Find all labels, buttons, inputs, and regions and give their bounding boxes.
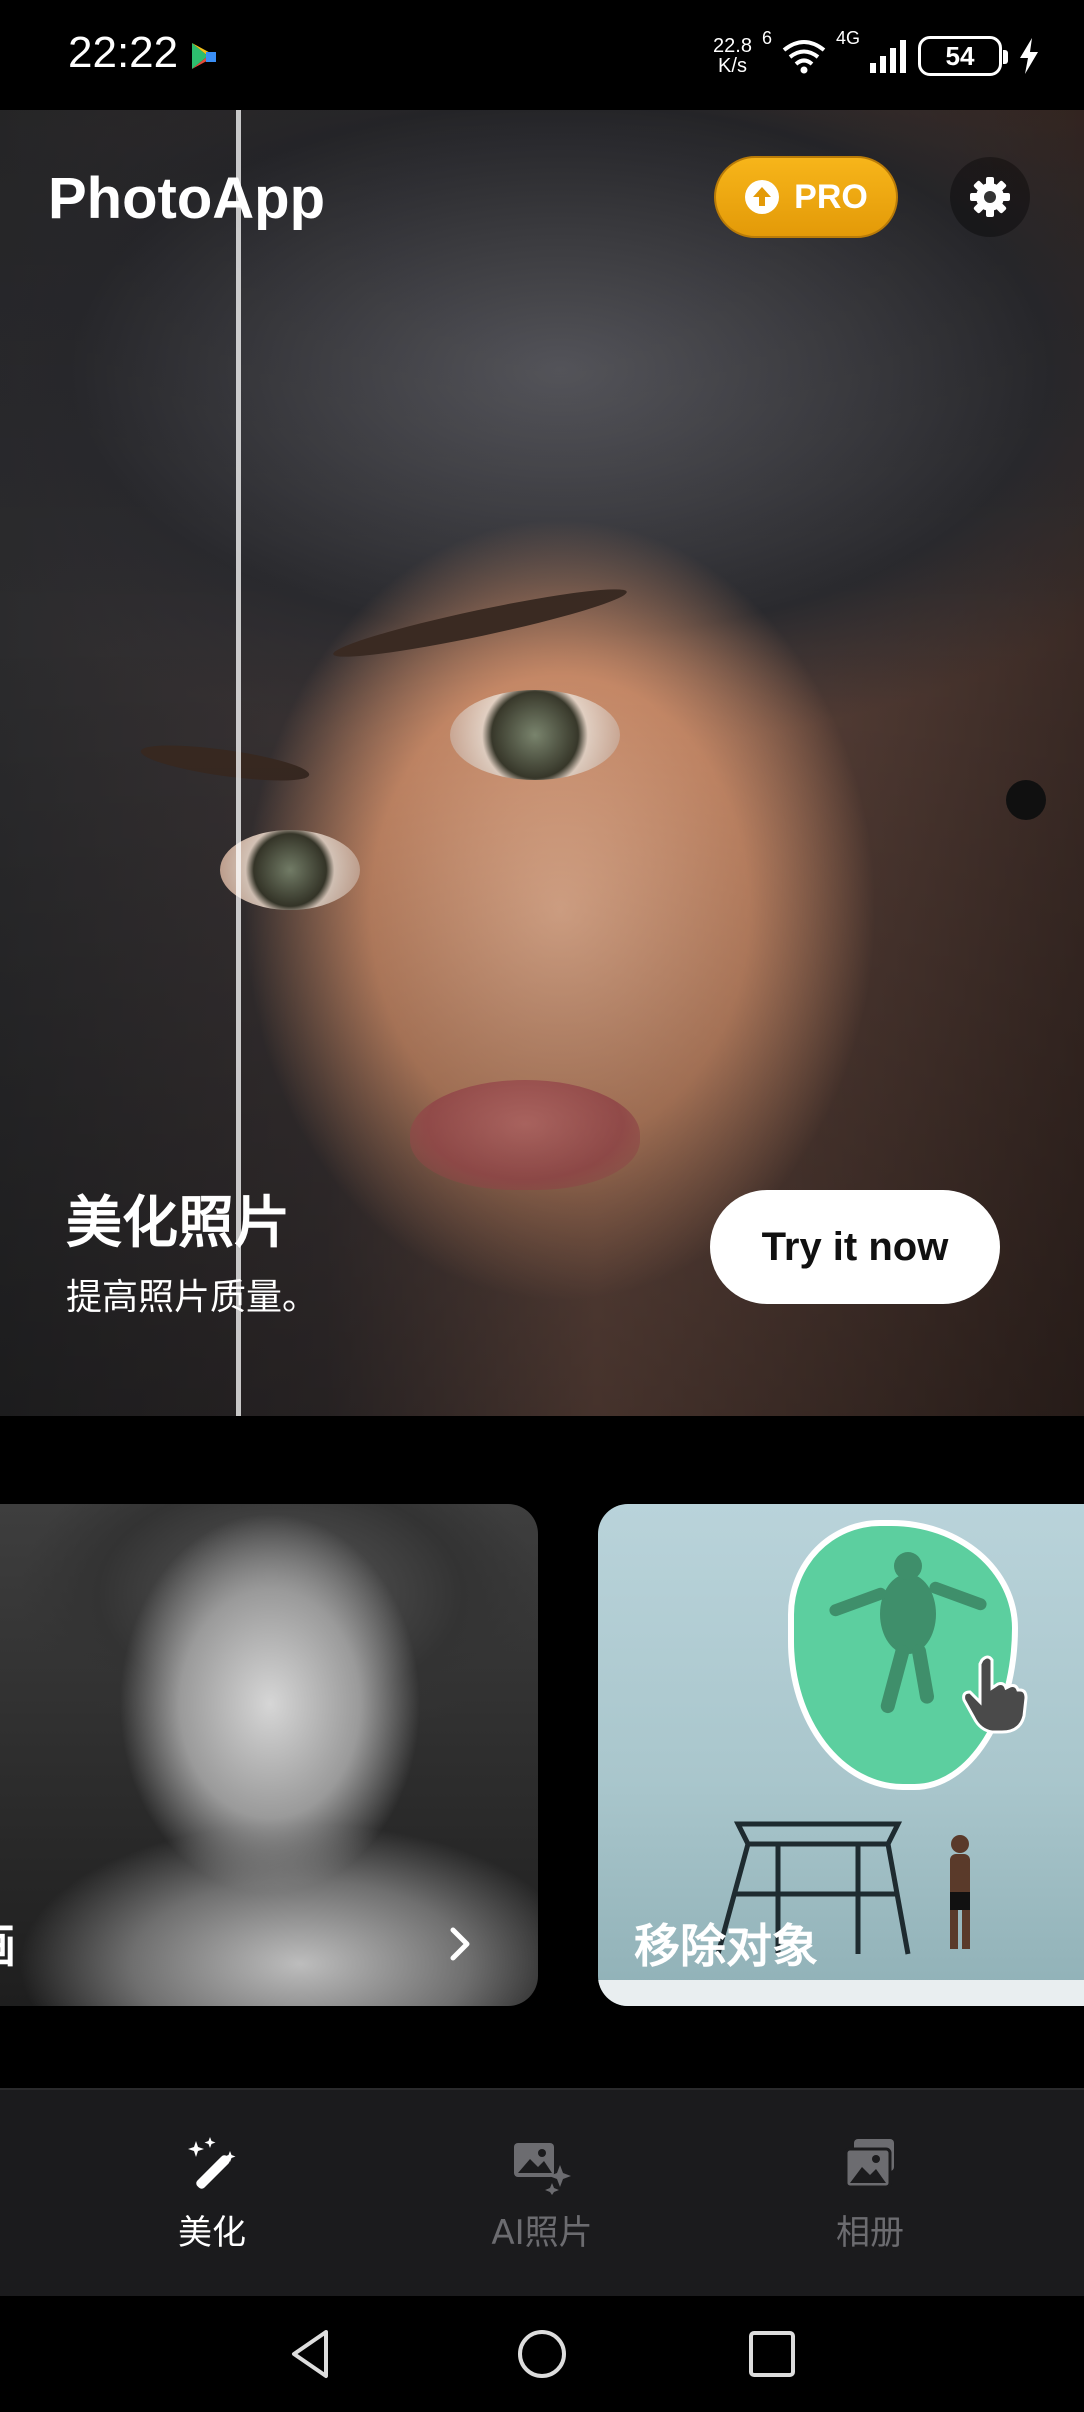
bottom-navigation: 美化 AI照片 相册	[0, 2088, 1084, 2296]
nav-label: AI照片	[491, 2212, 593, 2253]
battery-level: 54	[945, 40, 975, 71]
status-time: 22:22	[68, 28, 179, 77]
signal-icon	[870, 40, 906, 73]
status-bar: 22:22 22.8 K/s 6 4G 54	[0, 0, 1084, 110]
nav-label: 美化	[178, 2212, 246, 2253]
nav-item-album[interactable]: 相册	[760, 2090, 980, 2298]
hero-subtitle: 提高照片质量。	[66, 1277, 319, 1318]
chevron-right-icon	[450, 1927, 470, 1961]
net-speed-unit: K/s	[718, 55, 747, 77]
battery-indicator: 54	[918, 36, 1008, 76]
net-speed: 22.8 K/s	[713, 36, 752, 76]
play-store-icon	[192, 43, 216, 69]
app-title: PhotoApp	[48, 166, 326, 231]
magic-wand-icon	[188, 2136, 236, 2189]
album-icon	[844, 2138, 894, 2188]
feature-card-colorize[interactable]: 画	[0, 1504, 538, 2006]
nav-item-beautify[interactable]: 美化	[102, 2090, 322, 2298]
net-speed-value: 22.8	[713, 35, 752, 57]
hero-title: 美化照片	[66, 1191, 290, 1256]
pro-upgrade-button[interactable]: PRO	[714, 156, 898, 238]
pointer-hand-icon	[962, 1655, 1028, 1734]
pro-label: PRO	[794, 177, 868, 216]
recents-icon[interactable]	[744, 2326, 800, 2382]
boat-deck	[598, 1980, 1084, 2006]
cell-label: 4G	[835, 28, 860, 48]
ai-photo-icon	[514, 2142, 571, 2195]
feature-card-remove-object[interactable]: 移除对象	[598, 1504, 1084, 2006]
nav-item-ai-photo[interactable]: AI照片	[432, 2090, 652, 2298]
wifi-icon	[782, 40, 826, 74]
card-label: 移除对象	[634, 1919, 818, 1973]
back-icon[interactable]	[284, 2326, 340, 2382]
gear-icon	[970, 177, 1010, 217]
nav-label: 相册	[836, 2212, 904, 2253]
card-label: 画	[0, 1910, 16, 1976]
home-icon[interactable]	[514, 2326, 570, 2382]
status-indicators: 22.8 K/s 6 4G 54	[713, 28, 1040, 84]
charging-icon	[1020, 38, 1038, 74]
upgrade-arrow-icon	[745, 180, 780, 214]
wifi-label: 6	[761, 28, 772, 48]
try-it-now-button[interactable]: Try it now	[710, 1190, 1000, 1304]
settings-button[interactable]	[950, 157, 1030, 237]
system-navigation-bar	[0, 2296, 1084, 2412]
